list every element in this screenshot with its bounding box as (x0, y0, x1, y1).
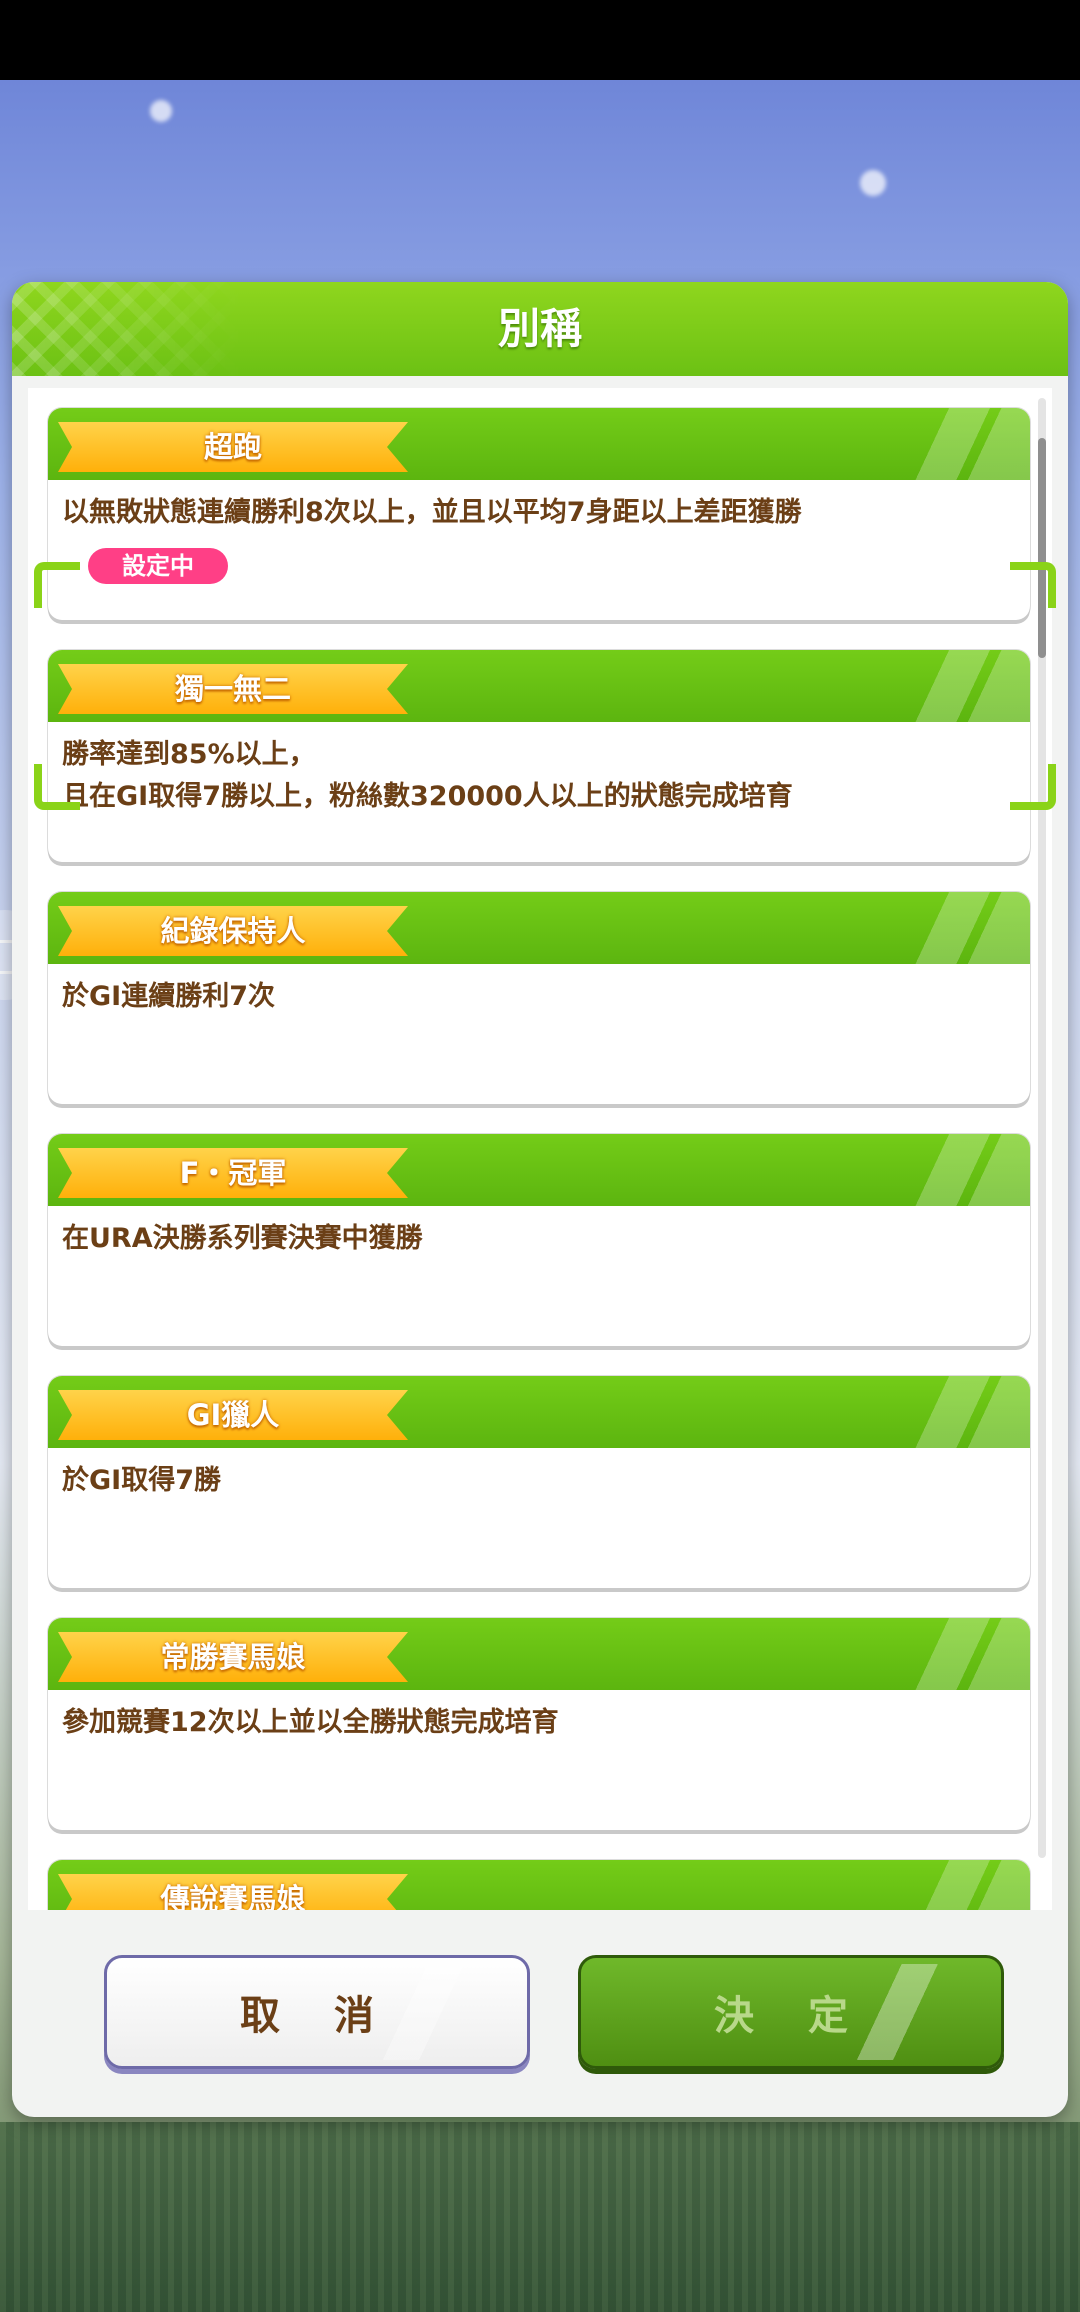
selected-badge: 設定中 (88, 548, 228, 584)
status-bar (0, 0, 1080, 80)
title-card[interactable]: GⅠ獵人 於GⅠ取得7勝 (48, 1376, 1030, 1588)
scrollbar-thumb[interactable] (1038, 438, 1046, 658)
title-card[interactable]: 常勝賽馬娘 參加競賽12次以上並以全勝狀態完成培育 (48, 1618, 1030, 1830)
title-name: 獨一無二 (174, 672, 291, 706)
title-card[interactable]: 獨一無二 勝率達到85%以上， 且在GⅠ取得7勝以上，粉絲數320000人以上的… (48, 650, 1030, 862)
title-list[interactable]: 超跑 以無敗狀態連續勝利8次以上，並且以平均7身距以上差距獲勝 獨一無二 勝率達… (28, 388, 1052, 1910)
dialog-title: 別稱 (497, 304, 582, 353)
title-name: 紀錄保持人 (160, 914, 306, 948)
title-card[interactable]: 傳說賽馬娘 (48, 1860, 1030, 1910)
title-description: 參加競賽12次以上並以全勝狀態完成培育 (62, 1707, 559, 1738)
cancel-button[interactable]: 取 消 (104, 1955, 530, 2069)
title-name: 超跑 (203, 430, 262, 464)
title-description: 在URA決勝系列賽決賽中獲勝 (62, 1223, 423, 1254)
nickname-dialog: 別稱 超跑 以無敗狀態連續勝利8次以上，並且以平均7身距以上差距獲勝 獨一無二 … (12, 282, 1068, 2117)
title-name: 常勝賽馬娘 (160, 1640, 306, 1674)
title-card[interactable]: F・冠軍 在URA決勝系列賽決賽中獲勝 (48, 1134, 1030, 1346)
title-description: 勝率達到85%以上， 且在GⅠ取得7勝以上，粉絲數320000人以上的狀態完成培… (62, 739, 793, 812)
title-card[interactable]: 紀錄保持人 於GⅠ連續勝利7次 (48, 892, 1030, 1104)
title-description: 以無敗狀態連續勝利8次以上，並且以平均7身距以上差距獲勝 (62, 497, 802, 528)
title-card[interactable]: 超跑 以無敗狀態連續勝利8次以上，並且以平均7身距以上差距獲勝 (48, 408, 1030, 620)
title-description: 於GⅠ取得7勝 (62, 1465, 221, 1496)
title-name: GⅠ獵人 (186, 1398, 280, 1432)
title-name: 傳說賽馬娘 (160, 1882, 306, 1910)
title-name: F・冠軍 (179, 1156, 287, 1190)
dialog-header: 別稱 (12, 282, 1068, 376)
confirm-button[interactable]: 決 定 (578, 1955, 1004, 2069)
list-scrollbar[interactable] (1038, 398, 1046, 1858)
title-description: 於GⅠ連續勝利7次 (62, 981, 275, 1012)
